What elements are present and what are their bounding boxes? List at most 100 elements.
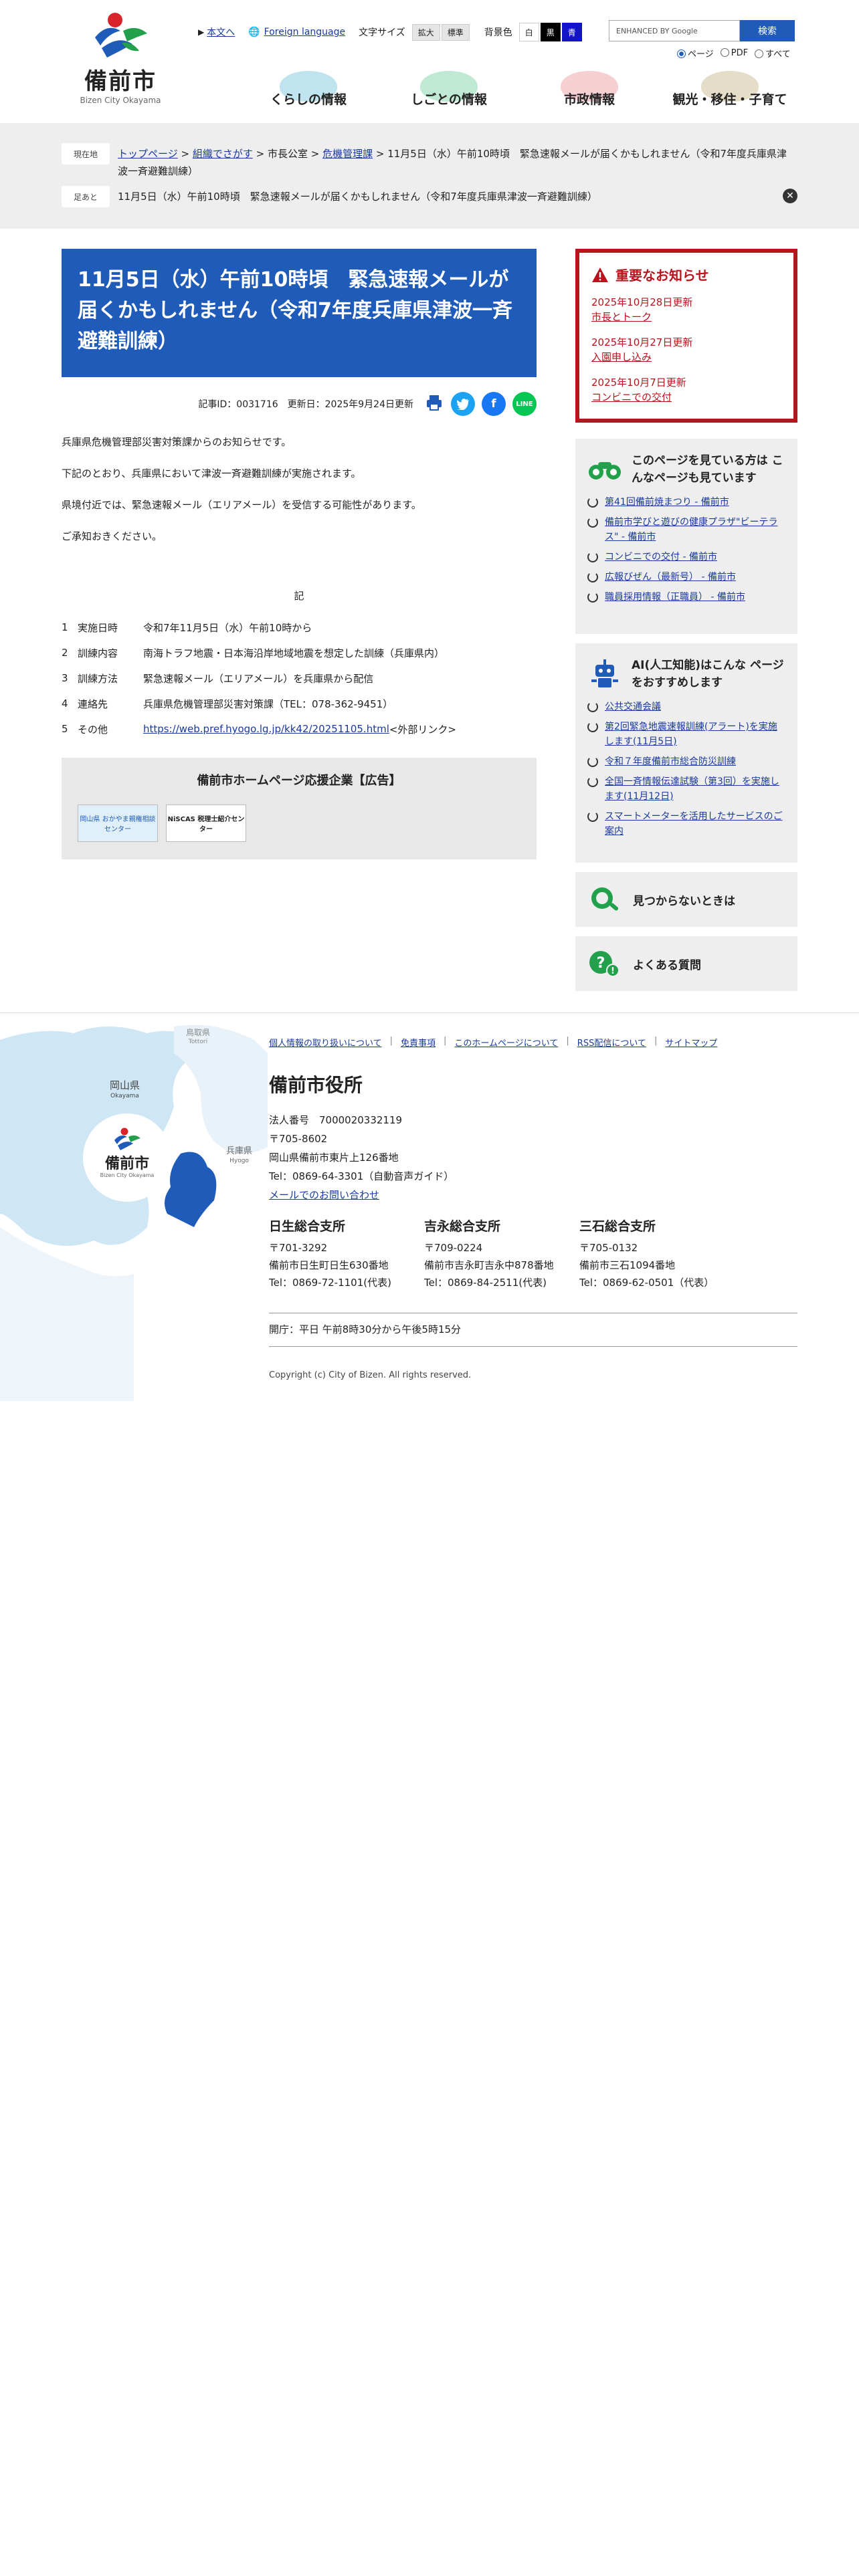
ad-banner-niscas[interactable]: NiSCAS 税理士紹介センター <box>166 804 246 842</box>
notice-date: 2025年10月27日更新 <box>591 336 693 348</box>
contact-mail-link[interactable]: メールでのお問い合わせ <box>269 1189 379 1201</box>
article-paragraph: 下記のとおり、兵庫県において津波一斉避難訓練が実施されます。 <box>62 467 361 479</box>
twitter-icon[interactable] <box>451 392 475 416</box>
notice-title-text: 重要なお知らせ <box>615 267 709 284</box>
refresh-icon <box>587 702 598 712</box>
also-viewed-link[interactable]: コンビニでの交付 - 備前市 <box>605 550 717 564</box>
notice-item: 2025年10月28日更新 市長とトーク <box>591 295 781 324</box>
item-key: 実施日時 <box>78 621 118 634</box>
also-viewed-link[interactable]: 職員採用情報（正職員） - 備前市 <box>605 590 745 605</box>
list-item: 第41回備前焼まつり - 備前市 <box>587 495 785 510</box>
search-scope: ページ PDF すべて <box>677 47 791 60</box>
breadcrumb-top-link[interactable]: トップページ <box>118 148 178 160</box>
footer-link-about[interactable]: このホームページについて <box>454 1036 558 1049</box>
footer-link-sitemap[interactable]: サイトマップ <box>665 1036 717 1049</box>
also-viewed-link[interactable]: 第41回備前焼まつり - 備前市 <box>605 495 729 510</box>
item-key: 連絡先 <box>78 697 108 710</box>
external-link-note: <外部リンク> <box>389 723 456 736</box>
scope-all-radio[interactable]: すべて <box>755 47 791 60</box>
list-item: 令和７年度備前市総合防災訓練 <box>587 754 785 769</box>
item-value: 南海トラフ地震・日本海沿岸地域地震を想定した訓練（兵庫県内） <box>143 647 445 659</box>
map-label-okayama: 岡山県 Okayama <box>110 1080 140 1101</box>
ki-heading: 記 <box>294 590 304 602</box>
nav-shigoto[interactable]: しごとの情報 <box>379 67 519 108</box>
also-viewed-link[interactable]: 広報びぜん（最新号） - 備前市 <box>605 570 736 584</box>
line-icon[interactable]: LINE <box>512 392 537 416</box>
search-button[interactable]: 検索 <box>740 20 795 41</box>
important-notice-title: 重要なお知らせ <box>591 265 781 284</box>
global-nav: くらしの情報 しごとの情報 市政情報 観光・移住・子育て <box>238 67 800 108</box>
skip-to-content-link[interactable]: 本文へ <box>207 25 235 39</box>
nav-kanko[interactable]: 観光・移住・子育て <box>660 67 800 108</box>
map-label-tottori: 鳥取県 Tottori <box>186 1028 210 1047</box>
ai-recommend-link[interactable]: 令和７年度備前市総合防災訓練 <box>605 754 736 769</box>
scope-page-radio[interactable]: ページ <box>677 47 714 60</box>
article-id-date: 記事ID：0031716 更新日：2025年9月24日更新 <box>198 399 413 410</box>
refresh-icon <box>587 517 598 528</box>
search-input[interactable]: ENHANCED BY Google <box>609 20 740 41</box>
map-logo-title: 備前市 <box>104 1156 149 1172</box>
notice-link[interactable]: 市長とトーク <box>591 311 652 323</box>
notice-link[interactable]: コンビニでの交付 <box>591 391 672 403</box>
arrow-right-icon: ▶ <box>198 27 205 37</box>
map-logo-sub: Bizen City Okayama <box>100 1172 155 1178</box>
ad-banner-okayama[interactable]: 岡山県 おかやま親権相談センター <box>78 804 158 842</box>
ai-recommend-header: AI(人工知能)はこんな ページをおすすめします <box>587 657 785 691</box>
breadcrumb-crisis-link[interactable]: 危機管理課 <box>322 148 373 160</box>
branch-zip: 〒705-0132 <box>579 1242 638 1254</box>
faq-button[interactable]: ?! よくある質問 <box>575 936 797 991</box>
font-normal-button[interactable]: 標準 <box>441 23 470 41</box>
item-key: その他 <box>78 723 108 736</box>
item-number: 5 <box>62 723 68 735</box>
refresh-icon <box>587 756 598 767</box>
list-item: 第2回緊急地震速報訓練(アラート)を実施します(11月5日) <box>587 720 785 749</box>
font-large-button[interactable]: 拡大 <box>411 23 440 41</box>
footer-link-rss[interactable]: RSS配信について <box>577 1036 646 1049</box>
breadcrumb-org-link[interactable]: 組織でさがす <box>193 148 253 160</box>
bg-white-button[interactable]: 白 <box>518 23 539 41</box>
scope-pdf-label: PDF <box>731 48 749 58</box>
divider: | <box>654 1036 658 1046</box>
bg-blue-button[interactable]: 青 <box>561 23 582 41</box>
divider: | <box>566 1036 569 1046</box>
scope-pdf-radio[interactable]: PDF <box>720 48 749 58</box>
close-history-icon[interactable]: ✕ <box>783 189 797 203</box>
divider <box>269 1346 797 1347</box>
list-item: 全国一斉情報伝達試験（第3回）を実施します(11月12日) <box>587 774 785 804</box>
city-hall-name: 備前市役所 <box>269 1074 363 1096</box>
footer-link-disclaimer[interactable]: 免責事項 <box>401 1036 436 1049</box>
warning-icon <box>592 267 608 282</box>
map-okayama-en: Okayama <box>110 1093 139 1099</box>
item-number: 3 <box>62 672 68 684</box>
foreign-language-link[interactable]: Foreign language <box>264 27 345 37</box>
branch-name: 三石総合支所 <box>579 1219 656 1234</box>
city-hall-info: 法人番号 7000020332119 〒705-8602 岡山県備前市東片上12… <box>269 1111 454 1204</box>
site-header: 備前市 Bizen City Okayama ▶ 本文へ 🌐 Foreign l… <box>0 0 859 123</box>
item-number: 1 <box>62 621 68 633</box>
refresh-icon <box>587 552 598 562</box>
facebook-icon[interactable]: f <box>482 392 506 416</box>
nav-kurashi[interactable]: くらしの情報 <box>238 67 379 108</box>
svg-text:!: ! <box>611 966 615 976</box>
ai-recommend-link[interactable]: スマートメーターを活用したサービスのご案内 <box>605 809 785 839</box>
scope-all-label: すべて <box>765 49 791 60</box>
notice-item: 2025年10月7日更新 コンビニでの交付 <box>591 375 781 405</box>
notice-link[interactable]: 入園申し込み <box>591 351 652 363</box>
footer-link-privacy[interactable]: 個人情報の取り扱いについて <box>269 1036 382 1049</box>
ai-recommend-link[interactable]: 第2回緊急地震速報訓練(アラート)を実施します(11月5日) <box>605 720 785 749</box>
notice-date: 2025年10月7日更新 <box>591 377 686 389</box>
print-icon[interactable] <box>424 393 444 415</box>
phone: Tel：0869-64-3301（自動音声ガイド） <box>269 1170 454 1182</box>
not-found-button[interactable]: 見つからないときは <box>575 872 797 927</box>
item-key: 訓練方法 <box>78 672 118 685</box>
ai-recommend-link[interactable]: 公共交通会議 <box>605 700 661 714</box>
list-item: 広報びぜん（最新号） - 備前市 <box>587 570 785 584</box>
also-viewed-link[interactable]: 備前市学びと遊びの健康プラザ"ビーテラス" - 備前市 <box>605 515 785 544</box>
ai-recommend-link[interactable]: 全国一斉情報伝達試験（第3回）を実施します(11月12日) <box>605 774 785 804</box>
site-logo[interactable]: 備前市 Bizen City Okayama <box>67 11 174 105</box>
list-item: 4 連絡先 兵庫県危機管理部災害対策課（TEL：078-362-9451） <box>62 691 537 716</box>
article-meta: 記事ID：0031716 更新日：2025年9月24日更新 f LINE <box>62 392 537 416</box>
bg-black-button[interactable]: 黒 <box>540 23 561 41</box>
hyogo-external-link[interactable]: https://web.pref.hyogo.lg.jp/kk42/202511… <box>143 723 389 735</box>
nav-shisei[interactable]: 市政情報 <box>519 67 660 108</box>
